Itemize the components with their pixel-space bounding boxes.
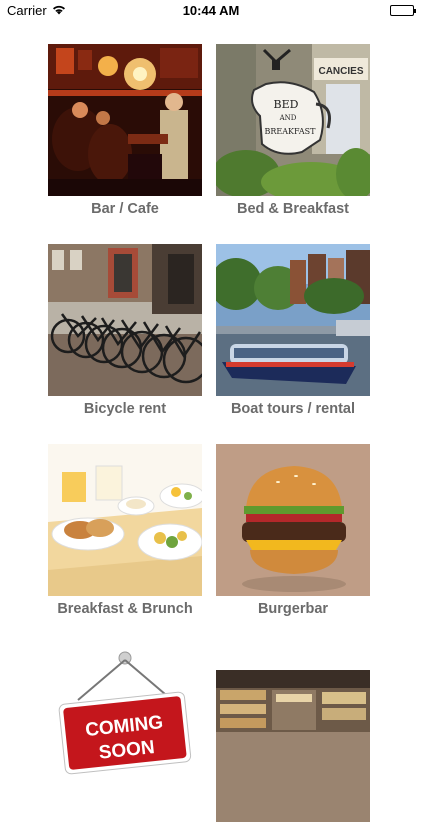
category-label: Boat tours / rental	[230, 401, 356, 417]
bed-sign-text-3: BREAKFAST	[265, 127, 317, 136]
bar-cafe-image	[48, 44, 202, 196]
category-label: Bed & Breakfast	[236, 201, 349, 217]
category-bar-cafe[interactable]: Bar / Cafe	[48, 44, 202, 217]
category-shop[interactable]	[216, 670, 370, 827]
vacancies-board-text: CANCIES	[318, 66, 363, 77]
battery-icon	[390, 5, 416, 16]
burgerbar-image	[216, 444, 370, 596]
bicycle-rent-image	[48, 244, 202, 396]
category-burgerbar[interactable]: Burgerbar	[216, 444, 370, 617]
status-bar: Carrier 10:44 AM	[0, 0, 422, 22]
category-label: Bicycle rent	[83, 401, 167, 417]
shop-image	[216, 670, 370, 822]
category-label: Bar / Cafe	[91, 201, 159, 217]
category-breakfast-brunch[interactable]: Breakfast & Brunch	[48, 444, 202, 617]
category-label: Breakfast & Brunch	[57, 601, 193, 617]
coming-soon-image: COMING SOON	[48, 644, 202, 796]
category-bed-breakfast[interactable]: CANCIES BED AND BREAKFAST Bed & Breakfas…	[216, 44, 370, 217]
category-boat-tours[interactable]: Boat tours / rental	[216, 244, 370, 417]
bed-sign-text-1: BED	[274, 98, 299, 111]
breakfast-brunch-image	[48, 444, 202, 596]
bed-sign-text-2: AND	[279, 114, 297, 122]
category-label: Burgerbar	[257, 601, 329, 617]
category-coming-soon[interactable]: COMING SOON	[48, 644, 202, 801]
boat-tours-image	[216, 244, 370, 396]
bed-breakfast-image: CANCIES BED AND BREAKFAST	[216, 44, 370, 196]
category-bicycle-rent[interactable]: Bicycle rent	[48, 244, 202, 417]
status-time: 10:44 AM	[182, 3, 240, 18]
